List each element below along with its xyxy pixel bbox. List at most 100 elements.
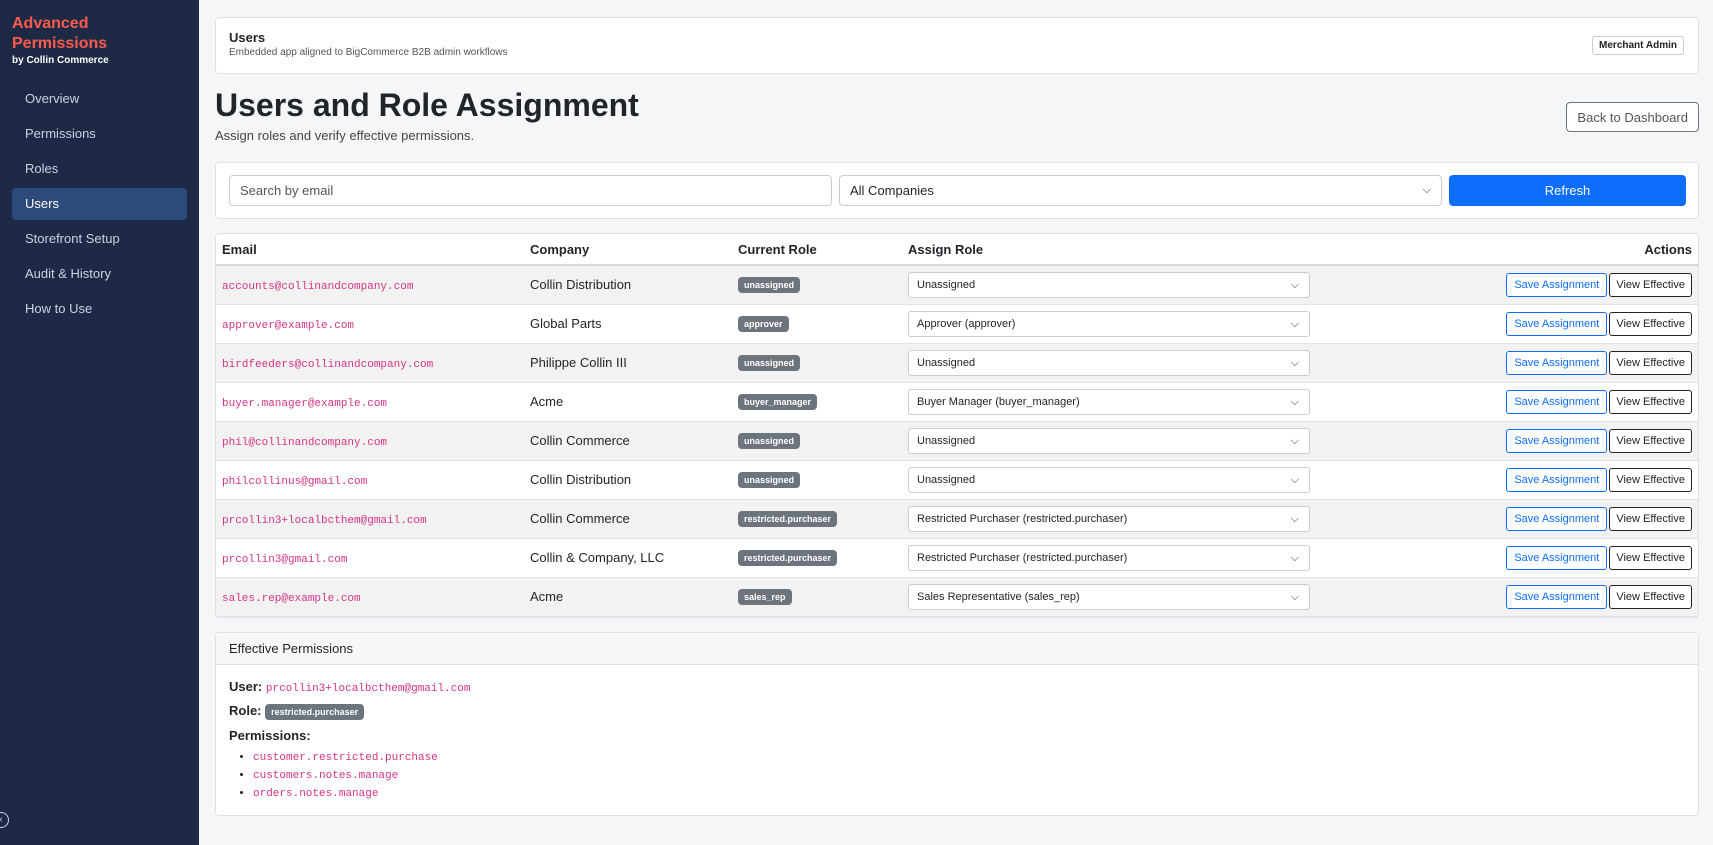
search-email-input[interactable]: [229, 175, 832, 206]
column-header-current-role: Current Role: [732, 234, 902, 266]
table-row: philcollinus@gmail.com Collin Distributio…: [216, 460, 1698, 500]
cell-email: phil@collinandcompany.com: [216, 421, 524, 461]
permission-code: orders.notes.manage: [253, 787, 379, 800]
assign-role-select[interactable]: Unassigned ⌵: [908, 271, 1310, 298]
save-assignment-button[interactable]: Save Assignment: [1506, 350, 1608, 375]
view-effective-button[interactable]: View Effective: [1609, 428, 1692, 453]
company-select-value: All Companies: [850, 183, 934, 198]
cell-current-role: unassigned: [732, 460, 902, 500]
company-select[interactable]: All Companies ⌵: [839, 175, 1442, 206]
cell-actions: Save Assignment View Effective: [1332, 460, 1698, 500]
save-assignment-button[interactable]: Save Assignment: [1506, 506, 1608, 531]
permissions-label: Permissions:: [229, 727, 311, 743]
view-effective-button[interactable]: View Effective: [1609, 584, 1692, 609]
permission-code: customers.notes.manage: [253, 769, 399, 782]
view-effective-button[interactable]: View Effective: [1609, 389, 1692, 414]
cell-company: Collin Commerce: [524, 499, 732, 539]
assign-role-select[interactable]: Sales Representative (sales_rep) ⌵: [908, 583, 1310, 610]
sidebar-item-users[interactable]: Users: [12, 188, 187, 220]
cell-company: Collin Distribution: [524, 265, 732, 305]
chevron-down-icon: ⌵: [1290, 317, 1299, 330]
sidebar-item-overview[interactable]: Overview: [12, 83, 187, 115]
chevron-left-icon[interactable]: ‹: [0, 812, 9, 828]
cell-current-role: approver: [732, 304, 902, 344]
view-effective-button[interactable]: View Effective: [1609, 311, 1692, 336]
column-header-assign-role: Assign Role: [902, 234, 1332, 266]
cell-current-role: buyer_manager: [732, 382, 902, 422]
sidebar-item-permissions[interactable]: Permissions: [12, 118, 187, 150]
assign-role-select[interactable]: Unassigned ⌵: [908, 349, 1310, 376]
assign-role-select[interactable]: Buyer Manager (buyer_manager) ⌵: [908, 388, 1310, 415]
assign-role-select[interactable]: Approver (approver) ⌵: [908, 310, 1310, 337]
column-header-company: Company: [524, 234, 732, 266]
cell-actions: Save Assignment View Effective: [1332, 265, 1698, 305]
page-header: Users and Role Assignment Assign roles a…: [215, 74, 1699, 162]
effective-permissions-label: Permissions:: [229, 728, 1685, 743]
assign-role-select[interactable]: Unassigned ⌵: [908, 466, 1310, 493]
table-header-row: Email Company Current Role Assign Role A…: [216, 234, 1698, 266]
brand-title: Advanced Permissions: [12, 15, 108, 52]
user-email: birdfeeders@collinandcompany.com: [222, 358, 434, 371]
effective-role-label: Role:: [229, 702, 262, 718]
current-role-badge: restricted.purchaser: [738, 550, 838, 566]
refresh-button[interactable]: Refresh: [1449, 175, 1686, 206]
assign-role-select[interactable]: Unassigned ⌵: [908, 427, 1310, 454]
assign-role-value: Sales Representative (sales_rep): [917, 590, 1080, 603]
save-assignment-button[interactable]: Save Assignment: [1506, 311, 1608, 336]
cell-current-role: restricted.purchaser: [732, 538, 902, 578]
assign-role-select[interactable]: Restricted Purchaser (restricted.purchas…: [908, 505, 1310, 532]
view-effective-button[interactable]: View Effective: [1609, 506, 1692, 531]
sidebar-item-roles[interactable]: Roles: [12, 153, 187, 185]
view-effective-button[interactable]: View Effective: [1609, 467, 1692, 492]
current-role-badge: unassigned: [738, 277, 801, 294]
sidebar-item-storefront-setup[interactable]: Storefront Setup: [12, 223, 187, 255]
chevron-down-icon: ⌵: [1290, 551, 1299, 564]
current-role-badge: unassigned: [738, 355, 801, 371]
filter-bar: All Companies ⌵ Refresh: [215, 162, 1699, 219]
assign-role-value: Restricted Purchaser (restricted.purchas…: [917, 551, 1128, 564]
main-content: Users Embedded app aligned to BigCommerc…: [215, 17, 1699, 816]
cell-actions: Save Assignment View Effective: [1332, 304, 1698, 344]
user-email: prcollin3+localbcthem@gmail.com: [222, 514, 427, 527]
cell-current-role: sales_rep: [732, 577, 902, 617]
cell-assign-role: Sales Representative (sales_rep) ⌵: [902, 577, 1332, 617]
assign-role-value: Unassigned: [917, 434, 976, 447]
assign-role-select[interactable]: Restricted Purchaser (restricted.purchas…: [908, 544, 1310, 571]
chevron-down-icon: ⌵: [1290, 590, 1299, 603]
brand: Advanced Permissions by Collin Commerce: [0, 0, 199, 68]
brand-subtitle: by Collin Commerce: [12, 55, 109, 66]
column-header-actions: Actions: [1332, 234, 1698, 266]
cell-actions: Save Assignment View Effective: [1332, 421, 1698, 461]
view-effective-button[interactable]: View Effective: [1609, 350, 1692, 375]
effective-user-label: User:: [229, 678, 263, 694]
sidebar-item-audit-history[interactable]: Audit & History: [12, 258, 187, 290]
save-assignment-button[interactable]: Save Assignment: [1506, 545, 1608, 570]
view-effective-button[interactable]: View Effective: [1609, 272, 1692, 297]
cell-current-role: restricted.purchaser: [732, 499, 902, 539]
assign-role-value: Restricted Purchaser (restricted.purchas…: [917, 512, 1128, 525]
back-to-dashboard-button[interactable]: Back to Dashboard: [1566, 102, 1699, 132]
table-row: birdfeeders@collinandcompany.com Philippe…: [216, 343, 1698, 383]
effective-permissions-header: Effective Permissions: [216, 632, 1698, 665]
permissions-list: customer.restricted.purchase customers.no…: [229, 751, 1685, 800]
save-assignment-button[interactable]: Save Assignment: [1506, 467, 1608, 492]
cell-current-role: unassigned: [732, 343, 902, 383]
sidebar-item-how-to-use[interactable]: How to Use: [12, 293, 187, 325]
cell-assign-role: Buyer Manager (buyer_manager) ⌵: [902, 382, 1332, 422]
table-row: prcollin3+localbcthem@gmail.com Collin Co…: [216, 499, 1698, 539]
effective-permissions-card: Effective Permissions User: prcollin3+lo…: [215, 631, 1699, 816]
save-assignment-button[interactable]: Save Assignment: [1506, 389, 1608, 414]
save-assignment-button[interactable]: Save Assignment: [1506, 428, 1608, 453]
save-assignment-button[interactable]: Save Assignment: [1506, 272, 1608, 297]
cell-email: sales.rep@example.com: [216, 577, 524, 617]
cell-email: prcollin3@gmail.com: [216, 538, 524, 578]
view-effective-button[interactable]: View Effective: [1609, 545, 1692, 570]
save-assignment-button[interactable]: Save Assignment: [1506, 584, 1608, 609]
column-header-email: Email: [216, 234, 524, 266]
user-email: prcollin3@gmail.com: [222, 553, 348, 566]
cell-email: buyer.manager@example.com: [216, 382, 524, 422]
cell-actions: Save Assignment View Effective: [1332, 343, 1698, 383]
cell-assign-role: Unassigned ⌵: [902, 421, 1332, 461]
cell-company: Collin Commerce: [524, 421, 732, 461]
cell-assign-role: Restricted Purchaser (restricted.purchas…: [902, 499, 1332, 539]
